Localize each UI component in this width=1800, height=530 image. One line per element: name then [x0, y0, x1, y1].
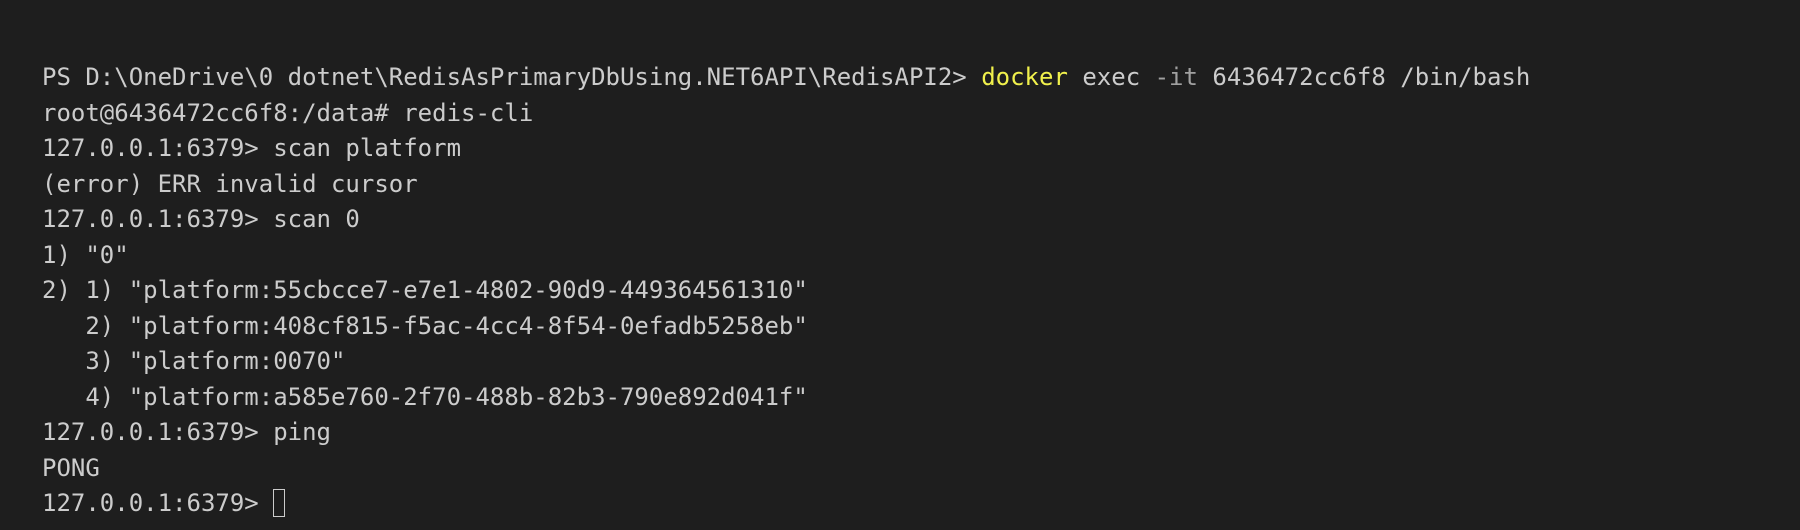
terminal-output-line: 3) "platform:0070" — [42, 347, 346, 375]
command-arg-exec: exec — [1067, 63, 1155, 91]
terminal-line: 127.0.0.1:6379> ping — [42, 418, 331, 446]
terminal-window[interactable]: PS D:\OneDrive\0 dotnet\RedisAsPrimaryDb… — [0, 0, 1800, 530]
terminal-output-line: 1) "0" — [42, 240, 129, 269]
terminal-line-error: (error) ERR invalid cursor — [42, 169, 418, 198]
terminal-line: 127.0.0.1:6379> scan 0 — [42, 205, 360, 233]
command-args: 6436472cc6f8 /bin/bash — [1197, 63, 1531, 91]
terminal-output-line: 4) "platform:a585e760-2f70-488b-82b3-790… — [42, 382, 808, 411]
command-flag-it: -it — [1154, 63, 1198, 91]
terminal-line: 127.0.0.1:6379> scan platform — [42, 134, 462, 162]
terminal-output-line: 2) 1) "platform:55cbcce7-e7e1-4802-90d9-… — [42, 276, 808, 304]
terminal-line: root@6436472cc6f8:/data# redis-cli — [42, 98, 534, 127]
terminal-line-docker-exec: PS D:\OneDrive\0 dotnet\RedisAsPrimaryDb… — [42, 60, 1800, 96]
terminal-output-line: PONG — [42, 453, 100, 482]
redis-prompt: 127.0.0.1:6379> — [42, 489, 274, 517]
command-docker: docker — [981, 63, 1068, 91]
terminal-input-line[interactable]: 127.0.0.1:6379> — [42, 486, 1800, 522]
text-cursor — [273, 489, 286, 517]
powershell-prompt: PS D:\OneDrive\0 dotnet\RedisAsPrimaryDb… — [42, 63, 982, 91]
terminal-output-line: 2) "platform:408cf815-f5ac-4cc4-8f54-0ef… — [42, 311, 808, 340]
